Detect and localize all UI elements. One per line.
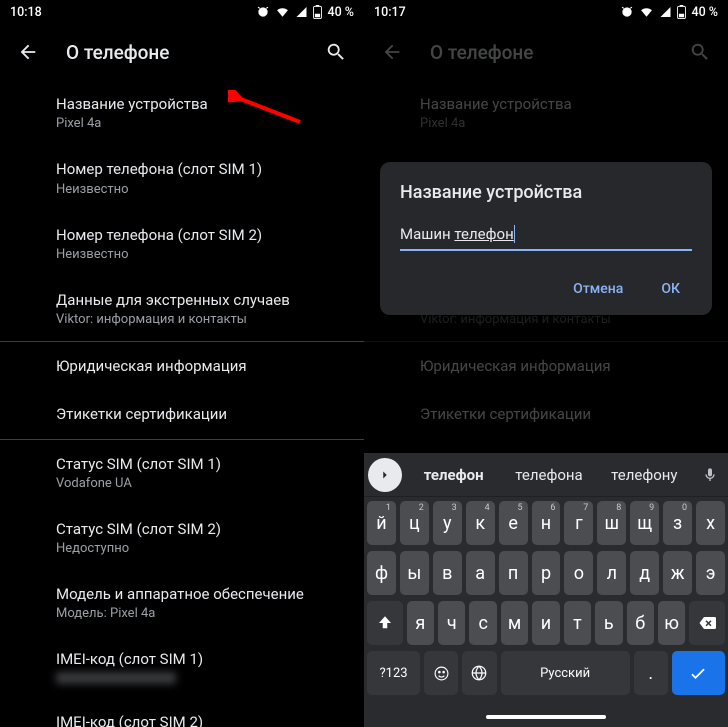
key-г[interactable]: г7	[564, 501, 593, 545]
key-и[interactable]: и	[532, 601, 559, 645]
battery-pct: 40 %	[327, 5, 354, 20]
gesture-nav-bar	[364, 707, 728, 727]
keyboard: телефон телефона телефону й1ц2у3к4е5н6г7…	[364, 453, 728, 727]
page-title: О телефоне	[66, 41, 298, 64]
status-clock: 10:17	[374, 5, 406, 20]
item-model[interactable]: Модель и аппаратное обеспечение Модель: …	[0, 570, 364, 635]
wifi-icon	[639, 6, 654, 18]
key-й[interactable]: й1	[367, 501, 396, 545]
check-icon	[688, 663, 708, 683]
arrow-back-icon	[17, 41, 39, 63]
ok-button[interactable]: ОК	[655, 273, 686, 305]
key-ц[interactable]: ц2	[400, 501, 429, 545]
suggestion-1[interactable]: телефон	[406, 466, 501, 484]
back-button[interactable]	[8, 32, 48, 72]
search-button[interactable]	[316, 32, 356, 72]
signal-icon	[295, 6, 308, 18]
key-ф[interactable]: ф	[367, 551, 396, 595]
rename-dialog: Название устройства Машин телефон​ Отмен…	[380, 162, 712, 315]
item-legal[interactable]: Юридическая информация	[0, 342, 364, 390]
device-name-input[interactable]: Машин телефон​	[400, 221, 692, 251]
key-е[interactable]: е5	[499, 501, 528, 545]
status-bar: 10:18 40 %	[0, 0, 364, 24]
item-sim2-status[interactable]: Статус SIM (слот SIM 2) Недоступно	[0, 505, 364, 570]
item-device-name[interactable]: Название устройства Pixel 4a	[0, 80, 364, 145]
item-cert-labels[interactable]: Этикетки сертификации	[0, 390, 364, 438]
key-о[interactable]: о	[564, 551, 593, 595]
dialog-title: Название устройства	[400, 182, 692, 203]
key-л[interactable]: л	[597, 551, 626, 595]
item-imei2[interactable]: IMEI-код (слот SIM 2)	[0, 698, 364, 727]
wifi-icon	[275, 6, 290, 18]
emoji-key[interactable]	[424, 651, 458, 695]
mic-icon	[702, 467, 718, 483]
language-key[interactable]	[462, 651, 496, 695]
key-я[interactable]: я	[407, 601, 434, 645]
voice-input-button[interactable]	[692, 467, 728, 483]
enter-key[interactable]	[672, 651, 725, 695]
battery-icon	[313, 5, 322, 19]
item-phone-sim2[interactable]: Номер телефона (слот SIM 2) Неизвестно	[0, 211, 364, 276]
symbols-key[interactable]: ?123	[367, 651, 420, 695]
status-clock: 10:18	[10, 5, 42, 20]
key-ю[interactable]: ю	[658, 601, 685, 645]
key-у[interactable]: у3	[433, 501, 462, 545]
key-ш[interactable]: ш8	[597, 501, 626, 545]
app-bar: О телефоне	[0, 24, 364, 80]
item-imei1[interactable]: IMEI-код (слот SIM 1)	[0, 635, 364, 697]
item-emergency[interactable]: Данные для экстренных случаев Viktor: ин…	[0, 276, 364, 341]
phone-left: 10:18 40 % О телефоне Название устройств…	[0, 0, 364, 727]
key-н[interactable]: н6	[532, 501, 561, 545]
key-а[interactable]: а	[466, 551, 495, 595]
key-р[interactable]: р	[532, 551, 561, 595]
key-ч[interactable]: ч	[438, 601, 465, 645]
alarm-icon	[620, 5, 634, 19]
key-п[interactable]: п	[499, 551, 528, 595]
emoji-icon	[433, 665, 450, 682]
key-с[interactable]: с	[469, 601, 496, 645]
key-в[interactable]: в	[433, 551, 462, 595]
key-к[interactable]: к4	[466, 501, 495, 545]
key-м[interactable]: м	[501, 601, 528, 645]
shift-icon	[376, 614, 394, 632]
settings-list: Название устройства Pixel 4a Номер телеф…	[0, 80, 364, 727]
globe-icon	[470, 664, 488, 682]
key-ь[interactable]: ь	[595, 601, 622, 645]
key-т[interactable]: т	[564, 601, 591, 645]
item-phone-sim1[interactable]: Номер телефона (слот SIM 1) Неизвестно	[0, 145, 364, 210]
backspace-icon	[697, 614, 717, 632]
phone-right: 10:17 40 % О телефоне Название устройств…	[364, 0, 728, 727]
key-э[interactable]: э	[696, 551, 725, 595]
backspace-key[interactable]	[689, 601, 725, 645]
item-sim1-status[interactable]: Статус SIM (слот SIM 1) Vodafone UA	[0, 440, 364, 505]
alarm-icon	[256, 5, 270, 19]
search-icon	[325, 41, 347, 63]
space-key[interactable]: Русский	[501, 651, 630, 695]
signal-icon	[659, 6, 672, 18]
key-щ[interactable]: щ9	[630, 501, 659, 545]
cancel-button[interactable]: Отмена	[567, 273, 629, 305]
key-д[interactable]: д	[630, 551, 659, 595]
collapse-suggestions-button[interactable]	[368, 458, 402, 492]
battery-icon	[677, 5, 686, 19]
key-ж[interactable]: ж	[663, 551, 692, 595]
period-key[interactable]: .	[634, 651, 668, 695]
key-х[interactable]: х	[696, 501, 725, 545]
status-bar: 10:17 40 %	[364, 0, 728, 24]
key-з[interactable]: з0	[663, 501, 692, 545]
suggestion-3[interactable]: телефону	[597, 466, 692, 484]
key-б[interactable]: б	[627, 601, 654, 645]
suggestion-2[interactable]: телефона	[501, 466, 596, 484]
chevron-right-icon	[378, 468, 392, 482]
shift-key[interactable]	[367, 601, 403, 645]
key-ы[interactable]: ы	[400, 551, 429, 595]
battery-pct: 40 %	[691, 5, 718, 20]
